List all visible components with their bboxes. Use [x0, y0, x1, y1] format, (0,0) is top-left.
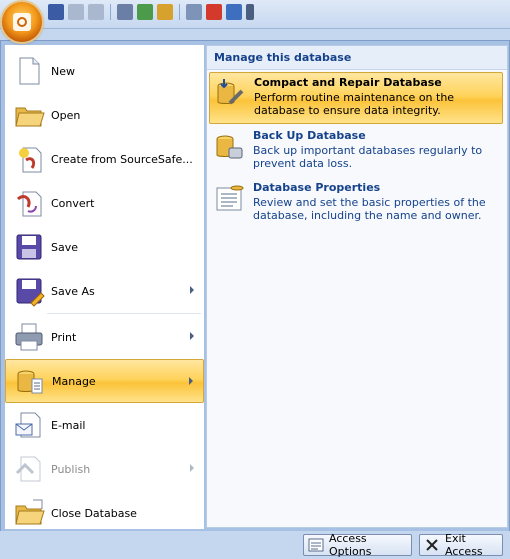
save-as-icon: [13, 275, 45, 307]
email-icon: [13, 409, 45, 441]
menu-item-publish: Publish: [5, 447, 204, 491]
quick-access-toolbar: [0, 0, 510, 29]
options-icon: [308, 537, 324, 553]
compact-repair-database-button[interactable]: Compact and Repair Database Perform rout…: [209, 72, 503, 124]
publish-icon: [13, 453, 45, 485]
item-title: Database Properties: [253, 181, 381, 194]
item-description: Review and set the basic properties of t…: [253, 196, 486, 222]
office-menu: New Open Create from SourceSafe... Conve…: [0, 40, 510, 532]
menu-item-create-from-sourcesafe[interactable]: Create from SourceSafe...: [5, 137, 204, 181]
menu-item-label: Save: [51, 240, 79, 254]
submenu-arrow-icon: [190, 464, 194, 472]
menu-divider: [47, 313, 201, 314]
customize-icon[interactable]: [246, 4, 254, 20]
exit-access-button[interactable]: Exit Access: [419, 532, 503, 558]
separator: [110, 4, 111, 20]
menu-item-save-as[interactable]: Save As: [5, 269, 204, 313]
menu-item-label: Create from SourceSafe...: [51, 152, 193, 166]
menu-item-manage[interactable]: Manage: [5, 359, 204, 403]
close-icon: [424, 537, 440, 553]
refresh-icon[interactable]: [186, 4, 202, 20]
database-properties-button[interactable]: Database Properties Review and set the b…: [209, 178, 503, 230]
window-icon[interactable]: [226, 4, 242, 20]
pen-icon[interactable]: [157, 4, 173, 20]
item-description: Perform routine maintenance on the datab…: [254, 91, 455, 117]
convert-icon: [13, 187, 45, 219]
redo-icon[interactable]: [88, 4, 104, 20]
menu-item-open[interactable]: Open: [5, 93, 204, 137]
submenu-arrow-icon: [190, 286, 194, 294]
submenu-arrow-icon: [189, 377, 193, 385]
menu-item-label: Print: [51, 330, 77, 344]
save-icon[interactable]: [48, 4, 64, 20]
office-logo-icon: [13, 13, 31, 31]
menu-item-label: Convert: [51, 196, 95, 210]
menu-item-convert[interactable]: Convert: [5, 181, 204, 225]
bottom-bar: Access Options Exit Access: [0, 531, 510, 559]
new-document-icon: [13, 55, 45, 87]
menu-left-pane: New Open Create from SourceSafe... Conve…: [5, 45, 204, 529]
open-folder-icon: [13, 99, 45, 131]
save-icon: [13, 231, 45, 263]
access-options-button[interactable]: Access Options: [303, 532, 412, 558]
undo-icon[interactable]: [68, 4, 84, 20]
close-database-icon: [13, 497, 45, 529]
submenu-title: Manage this database: [207, 46, 507, 70]
menu-item-label: Save As: [51, 284, 95, 298]
tools-icon[interactable]: [117, 4, 133, 20]
menu-item-label: E-mail: [51, 418, 86, 432]
manage-icon: [14, 365, 46, 397]
access-options-label: Access Options: [329, 532, 372, 558]
quick-access-icons: [48, 4, 254, 20]
submenu-arrow-icon: [190, 332, 194, 340]
menu-item-label: Manage: [52, 374, 96, 388]
menu-item-close-database[interactable]: Close Database: [5, 491, 204, 535]
separator: [179, 4, 180, 20]
menu-item-label: Open: [51, 108, 81, 122]
manage-submenu: Manage this database Compact and Repair …: [206, 45, 508, 528]
menu-item-print[interactable]: Print: [5, 315, 204, 359]
printer-icon: [13, 321, 45, 353]
exit-access-label: Exit Access: [445, 532, 483, 558]
menu-item-email[interactable]: E-mail: [5, 403, 204, 447]
compact-repair-icon: [214, 77, 246, 109]
gear-icon[interactable]: [137, 4, 153, 20]
backup-icon: [213, 130, 245, 162]
alert-icon[interactable]: [206, 4, 222, 20]
office-button[interactable]: [2, 2, 42, 42]
sourcesafe-icon: [13, 143, 45, 175]
menu-item-new[interactable]: New: [5, 49, 204, 93]
item-description: Back up important databases regularly to…: [253, 144, 483, 170]
menu-item-label: Publish: [51, 462, 91, 476]
menu-item-label: Close Database: [51, 506, 137, 520]
item-title: Compact and Repair Database: [254, 76, 442, 89]
item-title: Back Up Database: [253, 129, 366, 142]
properties-icon: [213, 182, 245, 214]
back-up-database-button[interactable]: Back Up Database Back up important datab…: [209, 126, 503, 178]
menu-item-label: New: [51, 64, 75, 78]
menu-item-save[interactable]: Save: [5, 225, 204, 269]
